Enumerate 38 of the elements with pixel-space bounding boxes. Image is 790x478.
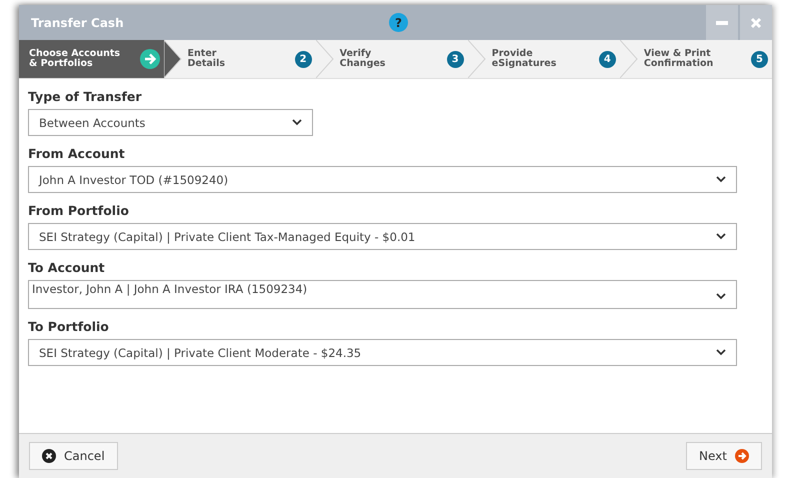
field-label: Type of Transfer — [28, 89, 143, 104]
field-label: From Account — [28, 146, 126, 161]
wizard-step[interactable]: Verify Changes 3 — [334, 40, 468, 78]
minimize-button[interactable] — [706, 5, 738, 40]
field-label: From Portfolio — [28, 203, 130, 218]
dropdown-field[interactable]: Investor, John A | John A Investor IRA (1509234) — [28, 280, 737, 309]
arrow-right-icon — [140, 49, 160, 69]
step-number: 2 — [294, 50, 312, 68]
dropdown-field[interactable]: Between Accounts — [28, 109, 313, 136]
wizard-step[interactable]: Enter Details 2 — [182, 40, 316, 78]
window-title: Transfer Cash — [30, 16, 124, 30]
next-button[interactable]: Next — [686, 442, 762, 470]
field-label: To Account — [28, 260, 106, 275]
dropdown-field[interactable]: SEI Strategy (Capital) | Private Client Tax-Managed Equity - $0.01 — [28, 223, 737, 250]
step-number: 4 — [598, 50, 616, 68]
step-number: 3 — [446, 50, 464, 68]
arrow-right-icon — [735, 449, 749, 463]
step-label: View & Print Confirmation — [644, 48, 714, 70]
help-button[interactable]: ? — [389, 13, 408, 32]
caret-icon — [716, 293, 726, 300]
wizard-step[interactable]: Provide eSignatures 4 — [486, 40, 620, 78]
cancel-button[interactable]: Cancel — [29, 442, 118, 470]
step-label: Choose Accounts & Portfolios — [29, 48, 122, 70]
close-circle-icon — [42, 449, 56, 463]
caret-icon — [716, 176, 726, 183]
step-label: Provide eSignatures — [492, 48, 558, 70]
field-label: To Portfolio — [28, 319, 110, 334]
caret-icon — [292, 119, 302, 126]
dropdown-field[interactable]: SEI Strategy (Capital) | Private Client Moderate - $24.35 — [28, 339, 737, 366]
close-button[interactable] — [740, 5, 772, 40]
caret-icon — [716, 233, 726, 240]
step-label: Verify Changes — [340, 48, 386, 70]
close-icon — [750, 16, 762, 28]
caret-icon — [716, 349, 726, 356]
step-number: 5 — [751, 50, 768, 68]
wizard-step[interactable]: View & Print Confirmation 5 — [638, 40, 772, 78]
dropdown-field[interactable]: John A Investor TOD (#1509240) — [28, 166, 737, 193]
step-label: Enter Details — [188, 48, 226, 70]
